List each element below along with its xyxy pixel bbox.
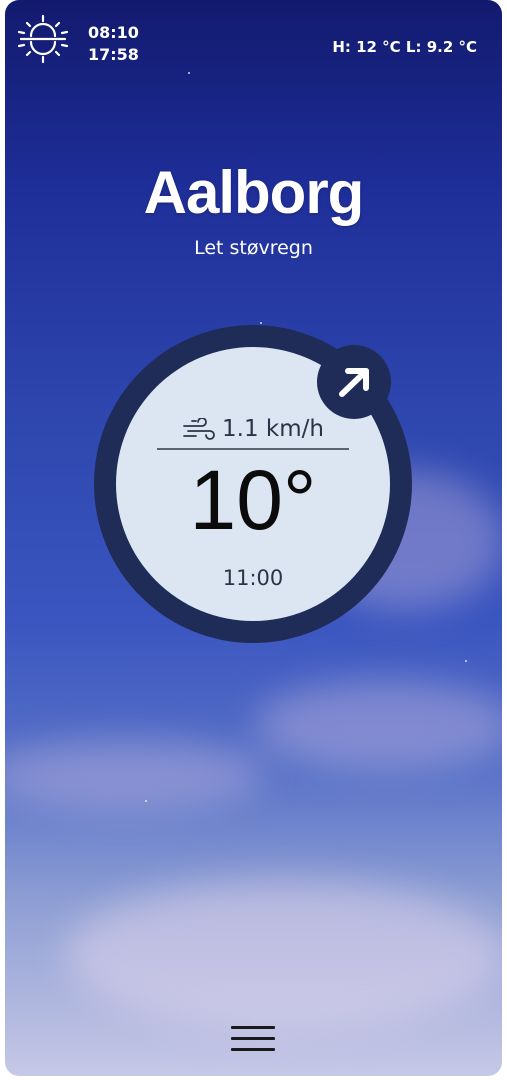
hamburger-menu-icon[interactable]: [231, 1026, 275, 1058]
cloud: [65, 880, 502, 1030]
current-temperature: 10°: [189, 453, 317, 547]
wind-speed: 1.1 km/h: [222, 416, 324, 442]
forecast-time: 11:00: [222, 566, 284, 590]
weather-screen: 08:10 17:58 H: 12 °C L: 9.2 °C Aalborg L…: [5, 0, 502, 1076]
weather-description: Let støvregn: [194, 237, 313, 259]
star: [188, 72, 190, 74]
cloud: [5, 740, 265, 810]
star: [145, 800, 147, 802]
menu-line: [231, 1026, 275, 1029]
dial-divider: [157, 448, 349, 450]
star: [465, 660, 467, 662]
sunrise-sunset-icon: [17, 14, 69, 64]
high-low-temperature: H: 12 °C L: 9.2 °C: [332, 38, 477, 56]
cloud: [255, 680, 502, 770]
wind-icon: [183, 417, 215, 440]
menu-line: [231, 1037, 275, 1040]
wind-direction-button[interactable]: [317, 345, 391, 419]
wind-speed-row: 1.1 km/h: [116, 416, 390, 442]
sun-times: 08:10 17:58: [88, 22, 139, 66]
city-name: Aalborg: [143, 159, 365, 226]
sunset-time: 17:58: [88, 45, 139, 64]
sunrise-time: 08:10: [88, 23, 139, 42]
arrow-up-right-icon: [339, 368, 369, 397]
menu-line: [231, 1048, 275, 1051]
star: [260, 322, 262, 324]
